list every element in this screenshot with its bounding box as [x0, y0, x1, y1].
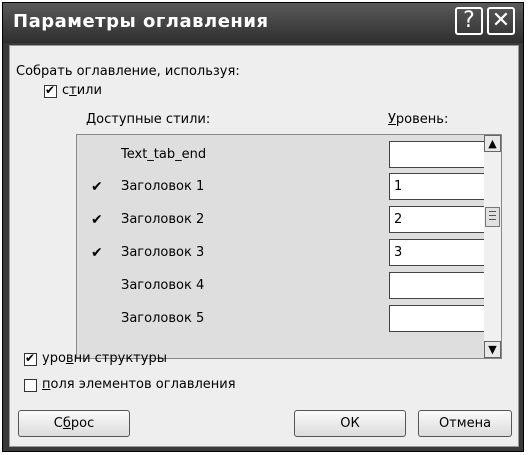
close-button[interactable]: ✕ — [487, 7, 515, 35]
styles-checkbox[interactable]: ✔ — [44, 83, 57, 98]
checkmark-icon: ✔ — [25, 351, 36, 365]
vertical-scrollbar[interactable]: ▲ ▼ — [484, 135, 501, 358]
toc-options-dialog: Параметры оглавления ? ✕ Собрать оглавле… — [2, 2, 524, 452]
level-input[interactable]: 1 — [389, 173, 487, 200]
outline-levels-label: уровни структуры — [42, 351, 167, 366]
styles-list[interactable]: Text_tab_end ✔ Заголовок 1 1 ✔ Заголовок… — [76, 134, 502, 359]
list-item[interactable]: ✔ Заголовок 3 3 — [77, 237, 487, 269]
chevron-down-icon: ▼ — [488, 343, 497, 356]
list-item[interactable]: Заголовок 5 — [77, 303, 487, 335]
toc-fields-checkbox[interactable] — [24, 379, 37, 392]
ok-button[interactable]: ОК — [294, 410, 406, 437]
outline-levels-checkbox[interactable]: ✔ — [24, 351, 37, 366]
check-icon: ✔ — [91, 212, 103, 228]
check-icon: ✔ — [91, 179, 103, 195]
styles-checkbox-label: стили — [62, 83, 102, 98]
scroll-up-button[interactable]: ▲ — [484, 135, 501, 152]
level-input[interactable] — [389, 272, 487, 299]
title-bar: Параметры оглавления ? ✕ — [3, 3, 523, 43]
list-item[interactable]: Заголовок 4 — [77, 270, 487, 302]
level-input[interactable]: 3 — [389, 239, 487, 266]
checkmark-icon: ✔ — [45, 83, 56, 97]
help-button[interactable]: ? — [455, 7, 483, 35]
dialog-body: Собрать оглавление, используя: ✔ стили Д… — [9, 45, 519, 447]
list-item[interactable]: ✔ Заголовок 2 2 — [77, 204, 487, 236]
build-from-label: Собрать оглавление, используя: — [16, 64, 240, 79]
list-item[interactable]: Text_tab_end — [77, 139, 487, 171]
scroll-thumb[interactable] — [485, 207, 500, 227]
scroll-down-button[interactable]: ▼ — [484, 341, 501, 358]
style-name: Заголовок 2 — [121, 212, 205, 227]
style-name: Text_tab_end — [121, 147, 207, 162]
chevron-up-icon: ▲ — [488, 137, 497, 150]
style-name: Заголовок 5 — [121, 311, 205, 326]
level-input[interactable] — [389, 305, 487, 332]
reset-button[interactable]: Сброс — [18, 410, 130, 437]
list-item[interactable]: ✔ Заголовок 1 1 — [77, 171, 487, 203]
level-header: Уровень: — [388, 112, 449, 127]
check-icon: ✔ — [91, 245, 103, 261]
toc-fields-label: поля элементов оглавления — [42, 377, 236, 392]
level-input[interactable]: 2 — [389, 206, 487, 233]
level-input[interactable] — [389, 141, 487, 168]
available-styles-header: Доступные стили: — [86, 112, 211, 127]
close-icon: ✕ — [491, 8, 511, 33]
style-name: Заголовок 1 — [121, 179, 205, 194]
style-name: Заголовок 3 — [121, 245, 205, 260]
style-name: Заголовок 4 — [121, 278, 205, 293]
cancel-button[interactable]: Отмена — [418, 410, 512, 437]
dialog-title: Параметры оглавления — [13, 11, 269, 32]
